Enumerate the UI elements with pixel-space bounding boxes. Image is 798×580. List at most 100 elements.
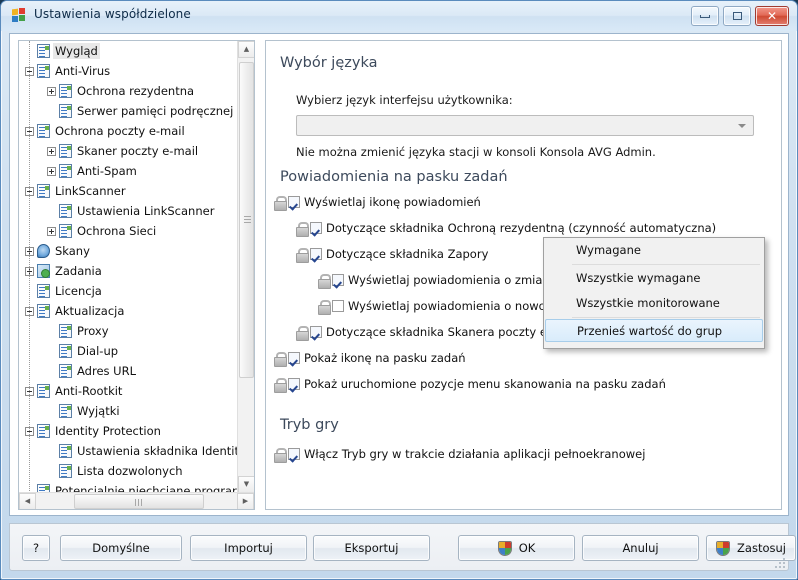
tree-item[interactable]: Ustawienia składnika Identit [19, 441, 238, 461]
lock-icon[interactable] [296, 248, 309, 263]
lock-icon[interactable] [296, 222, 309, 237]
tree-item[interactable]: LinkScanner [19, 181, 238, 201]
minimize-button[interactable] [691, 6, 719, 26]
checkbox[interactable] [332, 300, 344, 312]
lock-icon[interactable] [318, 300, 331, 315]
tree-item-label: Anti-Rootkit [55, 384, 123, 398]
tree-item[interactable]: Proxy [19, 321, 238, 341]
expand-toggle-icon[interactable] [47, 147, 56, 156]
import-button[interactable]: Importuj [190, 535, 307, 561]
export-button-label: Eksportuj [344, 541, 399, 555]
tray-notification-row[interactable]: Wyświetlaj ikonę powiadomień [274, 193, 481, 211]
chevron-down-icon [738, 124, 746, 128]
scan-icon [37, 244, 50, 258]
dialog-button-bar: ? Domyślne Importuj Eksportuj OK Anuluj … [9, 523, 796, 571]
tree-item[interactable]: Wyjątki [19, 401, 238, 421]
tree-item-label: Anti-Virus [55, 64, 111, 78]
language-hint-text: Nie można zmienić języka stacji w konsol… [296, 145, 656, 159]
document-icon [59, 204, 72, 218]
tree-item[interactable]: Skany [19, 241, 238, 261]
settings-tree-panel[interactable]: Wygląd Anti-Virus Ochrona rezydentna Serwer… [18, 40, 255, 510]
defaults-button[interactable]: Domyślne [60, 535, 182, 561]
tree-horizontal-scrollbar[interactable]: ◀ ▶ [19, 492, 254, 509]
export-button[interactable]: Eksportuj [313, 535, 430, 561]
settings-tree[interactable]: Wygląd Anti-Virus Ochrona rezydentna Serwer… [19, 41, 238, 493]
checkbox[interactable] [288, 448, 300, 460]
context-menu-item[interactable]: Przenieś wartość do grup [545, 319, 763, 342]
document-icon [59, 224, 72, 238]
tree-item[interactable]: Ochrona rezydentna [19, 81, 238, 101]
tree-item[interactable]: Anti-Spam [19, 161, 238, 181]
context-menu-item[interactable]: Wymagane [544, 238, 764, 263]
menu-separator [572, 264, 760, 265]
tree-item[interactable]: Ochrona Sieci [19, 221, 238, 241]
lock-icon[interactable] [296, 326, 309, 341]
checkbox[interactable] [310, 326, 322, 338]
lock-icon[interactable] [274, 352, 287, 367]
lock-icon[interactable] [274, 448, 287, 463]
tray-notification-row[interactable]: Dotyczące składnika Zapory [296, 245, 488, 263]
tree-item[interactable]: Dial-up [19, 341, 238, 361]
tree-item[interactable]: Adres URL [19, 361, 238, 381]
language-select[interactable] [296, 115, 754, 136]
tray-notifications-heading: Powiadomienia na pasku zadań [280, 169, 508, 185]
menu-separator [572, 317, 760, 318]
lock-icon[interactable] [318, 274, 331, 289]
scroll-left-button[interactable]: ◀ [19, 493, 36, 509]
value-scope-context-menu[interactable]: Wymagane Wszystkie wymagane Wszystkie moni… [543, 237, 765, 349]
tree-item[interactable]: Anti-Virus [19, 61, 238, 81]
close-button[interactable]: ✕ [755, 6, 789, 26]
scroll-up-button[interactable]: ▲ [238, 41, 254, 58]
document-icon [37, 284, 50, 298]
tree-hscroll-thumb[interactable] [74, 494, 204, 509]
import-button-label: Importuj [224, 541, 273, 555]
checkbox[interactable] [310, 248, 322, 260]
apply-button-label: Zastosuj [737, 541, 786, 555]
help-button[interactable]: ? [22, 535, 50, 561]
lock-icon[interactable] [274, 378, 287, 393]
document-icon [37, 424, 50, 438]
tree-item[interactable]: Licencja [19, 281, 238, 301]
document-icon [59, 404, 72, 418]
ok-button[interactable]: OK [458, 535, 575, 561]
tree-item-label: Aktualizacja [55, 304, 125, 318]
expand-toggle-icon[interactable] [47, 87, 56, 96]
checkbox[interactable] [288, 352, 300, 364]
checkbox[interactable] [288, 378, 300, 390]
cancel-button[interactable]: Anuluj [582, 535, 699, 561]
tree-item[interactable]: Serwer pamięci podręcznej [19, 101, 238, 121]
tree-item[interactable]: Lista dozwolonych [19, 461, 238, 481]
tree-item[interactable]: Anti-Rootkit [19, 381, 238, 401]
tree-vscroll-thumb[interactable] [239, 62, 254, 378]
checkbox[interactable] [288, 196, 300, 208]
tree-item[interactable]: Aktualizacja [19, 301, 238, 321]
tree-item[interactable]: Identity Protection [19, 421, 238, 441]
scroll-right-button[interactable]: ▶ [237, 493, 254, 509]
tray-notification-row[interactable]: Pokaż ikonę na pasku zadań [274, 349, 466, 367]
tray-notification-row[interactable]: Dotyczące składnika Ochroną rezydentną (… [296, 219, 716, 237]
dialog-client-area: Wygląd Anti-Virus Ochrona rezydentna Serwer… [9, 33, 789, 516]
tray-notification-row[interactable]: Dotyczące składnika Skanera poczty e-mai… [296, 323, 576, 341]
tray-notification-row[interactable]: Pokaż uruchomione pozycje menu skanowani… [274, 375, 666, 393]
lock-icon[interactable] [274, 196, 287, 211]
tree-item[interactable]: Ochrona poczty e-mail [19, 121, 238, 141]
expand-toggle-icon[interactable] [47, 227, 56, 236]
scroll-down-button[interactable]: ▼ [238, 476, 254, 493]
tree-item[interactable]: Ustawienia LinkScanner [19, 201, 238, 221]
checkbox[interactable] [332, 274, 344, 286]
tree-vertical-scrollbar[interactable]: ▲ ▼ [237, 41, 254, 493]
language-field-label: Wybierz język interfejsu użytkownika: [296, 93, 513, 107]
tree-item[interactable]: Wygląd [19, 41, 238, 61]
game-mode-row[interactable]: Włącz Tryb gry w trakcie działania aplik… [274, 445, 645, 463]
context-menu-item[interactable]: Wszystkie wymagane [544, 266, 764, 291]
maximize-button[interactable] [723, 6, 751, 26]
checkbox[interactable] [310, 222, 322, 234]
expand-toggle-icon[interactable] [47, 167, 56, 176]
tree-item[interactable]: Skaner poczty e-mail [19, 141, 238, 161]
context-menu-item[interactable]: Wszystkie monitorowane [544, 291, 764, 316]
tree-item-label: Lista dozwolonych [77, 464, 183, 478]
tree-item[interactable]: Zadania [19, 261, 238, 281]
resize-grip[interactable] [773, 556, 785, 568]
settings-content-panel: Wybór języka Wybierz język interfejsu uż… [265, 40, 782, 510]
title-bar[interactable]: Ustawienia współdzielone ✕ [1, 1, 797, 31]
